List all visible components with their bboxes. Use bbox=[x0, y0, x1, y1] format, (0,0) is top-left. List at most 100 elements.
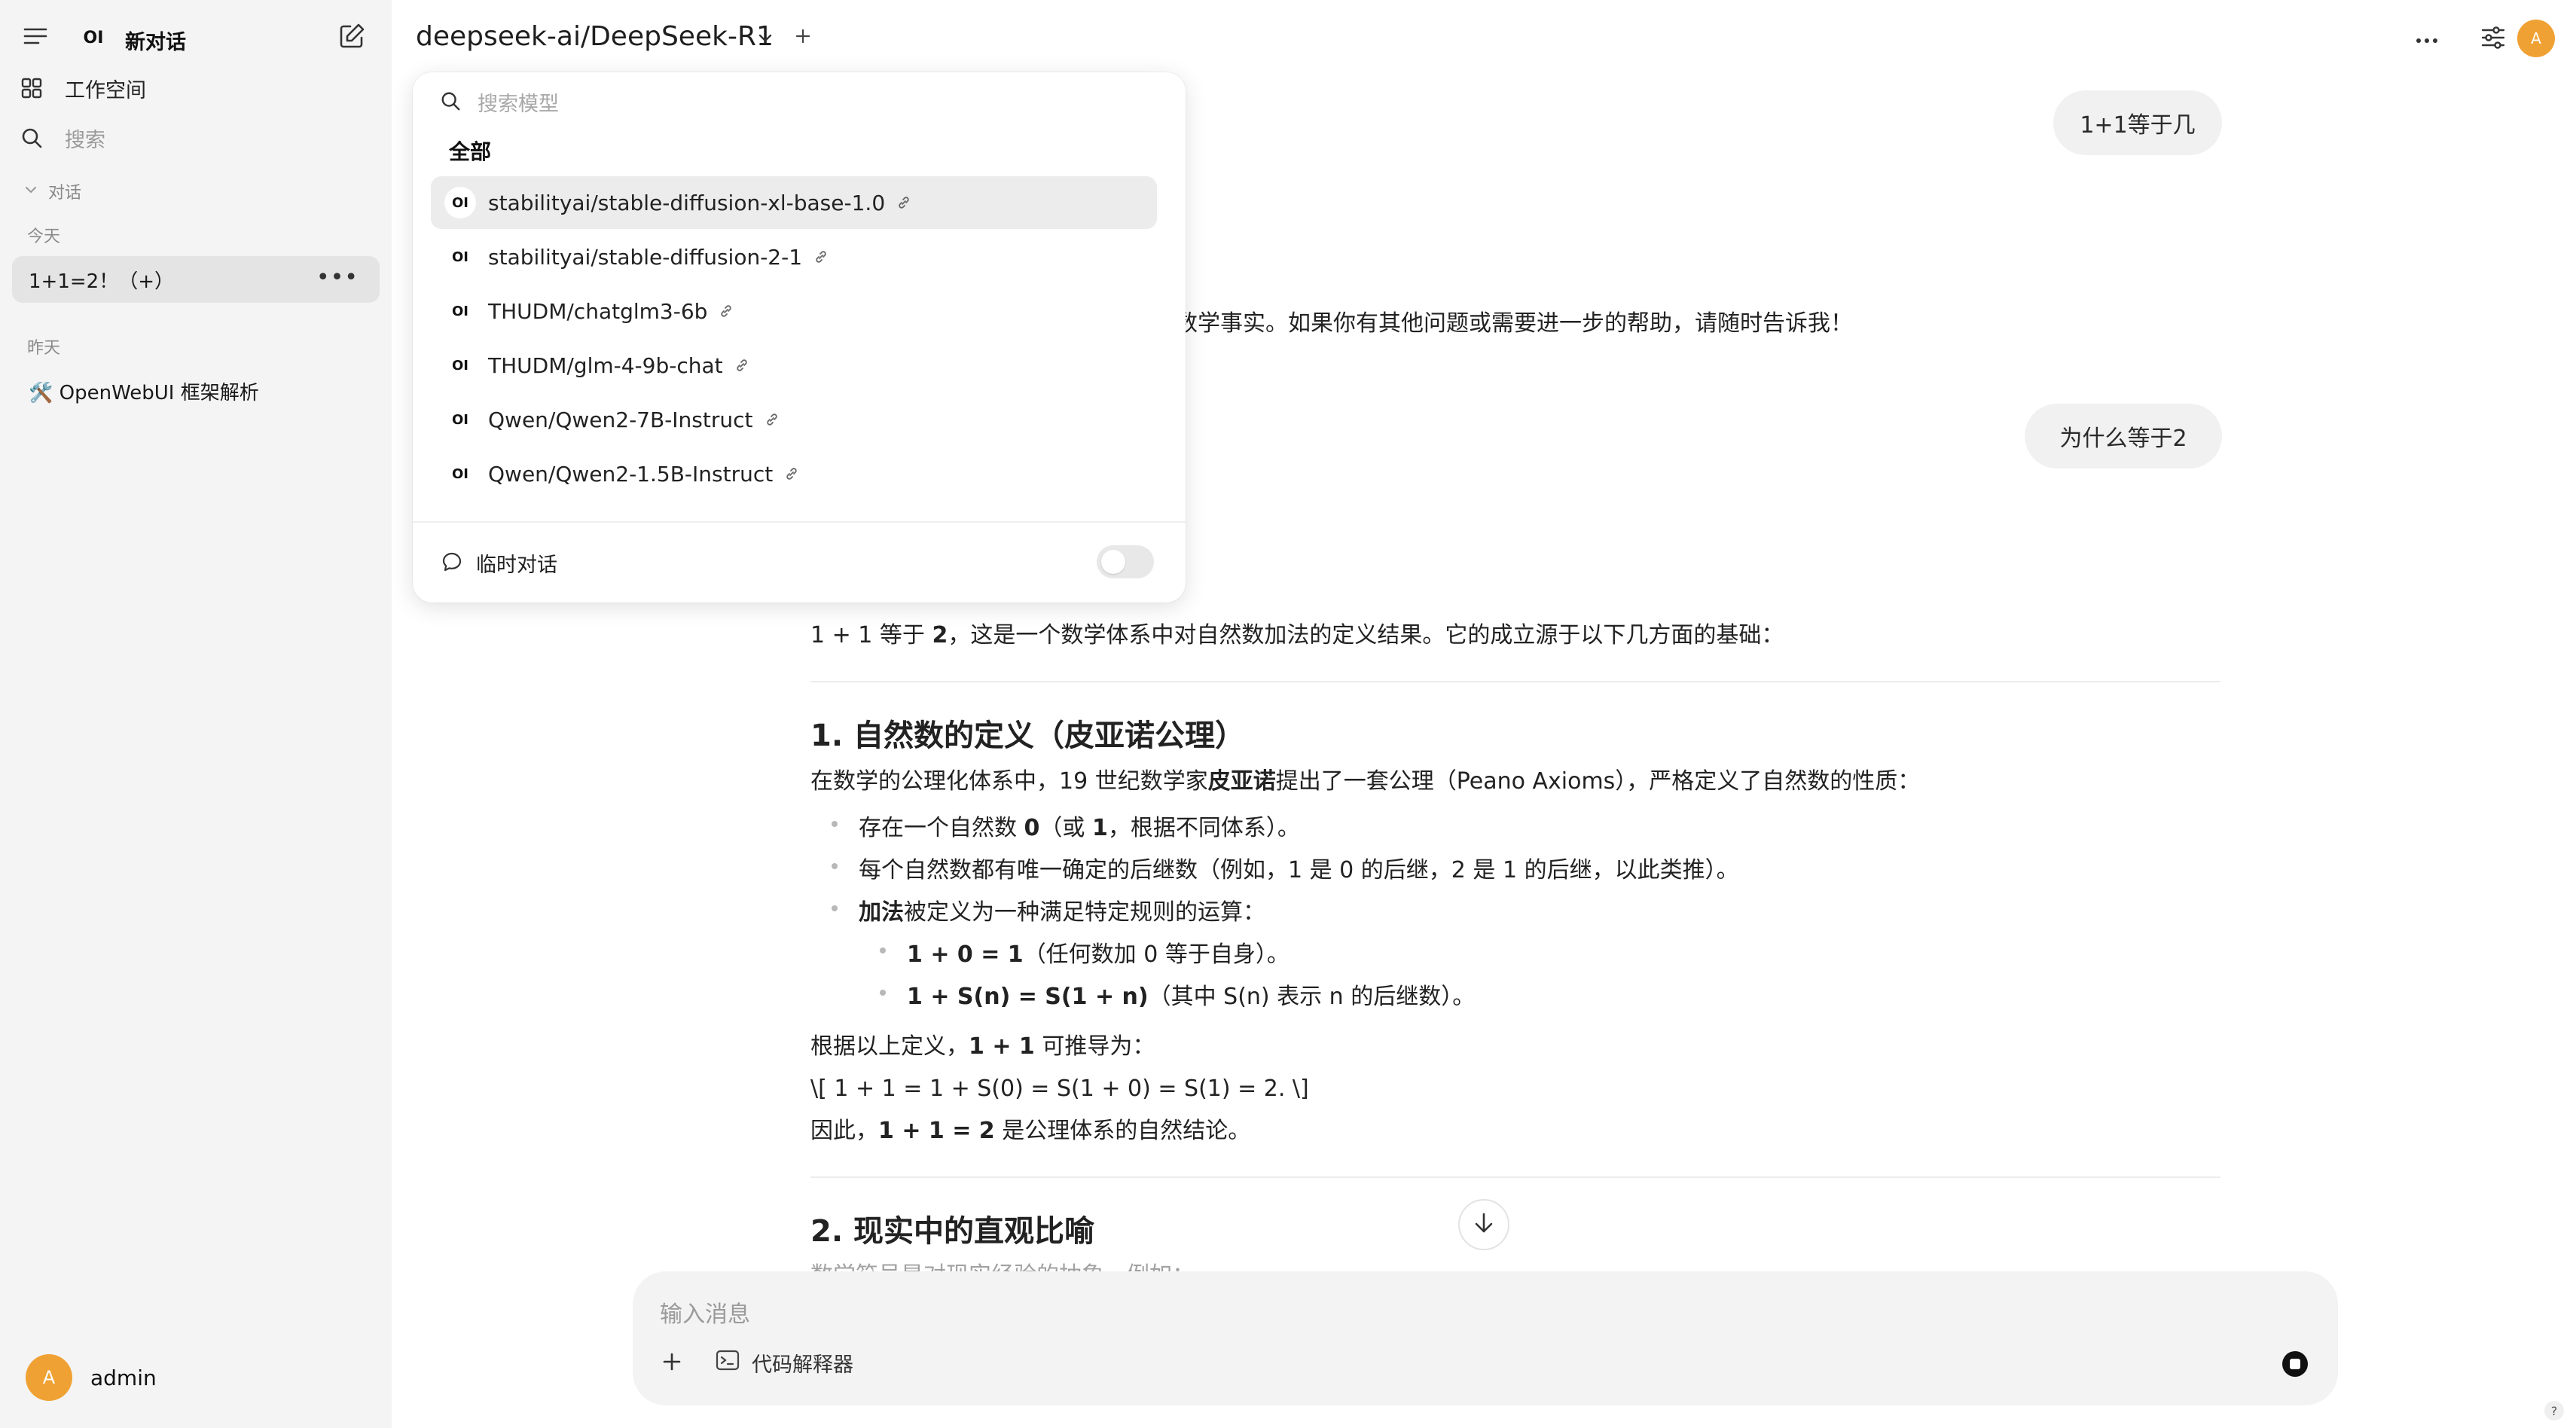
model-option-name: THUDM/glm-4-9b-chat bbox=[488, 352, 723, 378]
search-icon bbox=[18, 124, 45, 151]
arrow-down-icon bbox=[1473, 1212, 1494, 1237]
user-name: admin bbox=[90, 1365, 157, 1390]
edit-icon bbox=[338, 23, 365, 53]
link-icon bbox=[813, 249, 829, 265]
model-option[interactable]: OI THUDM/chatglm3-6b bbox=[431, 285, 1157, 337]
user-message-bubble: 1+1等于几 bbox=[2053, 90, 2222, 155]
math-block: \[ 1 + 1 = 1 + S(0) = S(1 + 0) = S(1) = … bbox=[810, 1076, 1309, 1102]
model-logo: OI bbox=[444, 404, 476, 435]
chat-title: 🛠️ OpenWebUI 框架解析 bbox=[29, 381, 259, 404]
model-logo: OI bbox=[444, 241, 476, 273]
grid-icon bbox=[18, 75, 45, 102]
list-item: 每个自然数都有唯一确定的后继数（例如，1 是 0 的后继，2 是 1 的后继，以… bbox=[832, 851, 1739, 884]
list-item: 存在一个自然数 0（或 1，根据不同体系）。 bbox=[832, 809, 1300, 842]
controls-button[interactable] bbox=[2478, 24, 2508, 54]
model-option-name: Qwen/Qwen2-1.5B-Instruct bbox=[488, 461, 774, 487]
new-chat-label[interactable]: 新对话 bbox=[125, 26, 186, 55]
list-item: 1 + S(n) = S(1 + n)（其中 S(n) 表示 n 的后继数）。 bbox=[880, 978, 1475, 1011]
message-input[interactable]: 输入消息 bbox=[660, 1295, 750, 1329]
divider bbox=[413, 521, 1186, 523]
model-option[interactable]: OI THUDM/glm-4-9b-chat bbox=[431, 339, 1157, 392]
model-option-name: THUDM/chatglm3-6b bbox=[488, 298, 708, 324]
model-option[interactable]: OI Qwen/Qwen2-7B-Instruct bbox=[431, 393, 1157, 446]
terminal-icon bbox=[716, 1349, 740, 1377]
paragraph: 在数学的公理化体系中，19 世纪数学家皮亚诺提出了一套公理（Peano Axio… bbox=[810, 768, 1921, 795]
sidebar-item-workspace[interactable]: 工作空间 bbox=[18, 69, 146, 107]
divider bbox=[810, 681, 2220, 682]
divider bbox=[810, 1176, 2220, 1178]
model-option-name: Qwen/Qwen2-7B-Instruct bbox=[488, 407, 753, 432]
plus-icon bbox=[662, 1352, 682, 1375]
model-search[interactable]: 搜索模型 bbox=[440, 87, 559, 117]
app-logo: OI bbox=[83, 28, 104, 47]
user-menu[interactable]: A admin bbox=[26, 1354, 157, 1401]
add-model-button[interactable] bbox=[789, 24, 816, 51]
temporary-chat-toggle[interactable] bbox=[1097, 545, 1154, 578]
new-chat-button[interactable] bbox=[336, 23, 368, 53]
toggle-knob bbox=[1101, 550, 1125, 574]
model-option-name: stabilityai/stable-diffusion-xl-base-1.0 bbox=[488, 190, 886, 215]
chat-bubble-icon bbox=[441, 551, 462, 575]
ellipsis-icon bbox=[2416, 32, 2438, 47]
scroll-to-bottom-button[interactable] bbox=[1458, 1199, 1509, 1250]
sidebar-toggle-button[interactable] bbox=[20, 24, 51, 51]
model-option[interactable]: OI Qwen/Qwen2-1.5B-Instruct bbox=[431, 447, 1157, 500]
model-logo: OI bbox=[444, 295, 476, 327]
attach-button[interactable] bbox=[655, 1347, 688, 1380]
temporary-chat-label: 临时对话 bbox=[476, 554, 557, 577]
chats-section-label: 对话 bbox=[48, 184, 82, 203]
sidebar-search[interactable]: 搜索 bbox=[18, 119, 105, 157]
stop-generation-button[interactable] bbox=[2282, 1351, 2308, 1377]
plus-icon bbox=[795, 28, 811, 47]
model-logo: OI bbox=[444, 349, 476, 381]
temporary-chat-option[interactable]: 临时对话 bbox=[441, 548, 557, 578]
list-item: 加法被定义为一种满足特定规则的运算： bbox=[832, 893, 1265, 926]
chat-list-item[interactable]: 🛠️ OpenWebUI 框架解析 bbox=[12, 368, 380, 414]
paragraph: 根据以上定义，1 + 1 可推导为： bbox=[810, 1033, 1155, 1060]
model-logo: OI bbox=[444, 458, 476, 490]
code-interpreter-toggle[interactable]: 代码解释器 bbox=[716, 1348, 853, 1378]
top-bar: deepseek-ai/DeepSeek-R1 A bbox=[392, 0, 2576, 75]
date-group-yesterday: 昨天 bbox=[27, 339, 61, 358]
model-selector[interactable]: deepseek-ai/DeepSeek-R1 bbox=[416, 21, 774, 52]
sliders-icon bbox=[2481, 26, 2505, 52]
code-interpreter-label: 代码解释器 bbox=[752, 1353, 853, 1377]
message-composer: 输入消息 代码解释器 bbox=[633, 1271, 2338, 1405]
avatar: A bbox=[26, 1354, 72, 1401]
sidebar-header: OI 新对话 bbox=[0, 14, 392, 62]
paragraph: 因此，1 + 1 = 2 是公理体系的自然结论。 bbox=[810, 1118, 1251, 1144]
avatar[interactable]: A bbox=[2517, 20, 2555, 57]
chat-list-item[interactable]: 1+1=2！（+） ••• bbox=[12, 256, 380, 303]
model-dropdown: 搜索模型 全部 OI stabilityai/stable-diffusion-… bbox=[413, 72, 1186, 603]
assistant-message-text: 数学事实。如果你有其他问题或需要进一步的帮助，请随时告诉我！ bbox=[1175, 310, 1853, 337]
chat-options-button[interactable]: ••• bbox=[316, 267, 359, 289]
section-heading: 2. 现实中的直观比喻 bbox=[810, 1214, 1094, 1249]
model-selector-chevron[interactable] bbox=[753, 27, 777, 51]
model-option[interactable]: OI stabilityai/stable-diffusion-2-1 bbox=[431, 230, 1157, 283]
chat-title: 1+1=2！（+） bbox=[29, 270, 174, 293]
app-window: OI 新对话 工作空间 搜索 对话 今天 1+1=2！（+） ••• 昨天 🛠️… bbox=[0, 0, 2576, 1428]
model-search-input[interactable]: 搜索模型 bbox=[478, 87, 559, 117]
link-icon bbox=[896, 194, 912, 211]
more-options-button[interactable] bbox=[2412, 24, 2442, 54]
user-message-bubble: 为什么等于2 bbox=[2025, 404, 2222, 468]
link-icon bbox=[718, 303, 734, 319]
search-input[interactable]: 搜索 bbox=[65, 124, 105, 153]
workspace-label: 工作空间 bbox=[65, 78, 146, 102]
help-button[interactable]: ? bbox=[2544, 1401, 2564, 1420]
menu-icon bbox=[23, 27, 47, 48]
chevron-down-icon bbox=[24, 182, 38, 201]
model-filter-all[interactable]: 全部 bbox=[449, 136, 491, 166]
stop-icon bbox=[2290, 1359, 2300, 1369]
model-logo: OI bbox=[444, 187, 476, 218]
assistant-message-text: 1 + 1 等于 2，这是一个数学体系中对自然数加法的定义结果。它的成立源于以下… bbox=[810, 622, 1784, 648]
sidebar: OI 新对话 工作空间 搜索 对话 今天 1+1=2！（+） ••• 昨天 🛠️… bbox=[0, 0, 392, 1428]
link-icon bbox=[734, 357, 750, 374]
section-heading: 1. 自然数的定义（皮亚诺公理） bbox=[810, 719, 1245, 753]
date-group-today: 今天 bbox=[27, 227, 61, 246]
model-option[interactable]: OI stabilityai/stable-diffusion-xl-base-… bbox=[431, 176, 1157, 229]
model-option-name: stabilityai/stable-diffusion-2-1 bbox=[488, 244, 803, 270]
list-item: 1 + 0 = 1（任何数加 0 等于自身）。 bbox=[880, 935, 1290, 969]
link-icon bbox=[764, 411, 780, 428]
chats-section-toggle[interactable]: 对话 bbox=[24, 179, 81, 203]
